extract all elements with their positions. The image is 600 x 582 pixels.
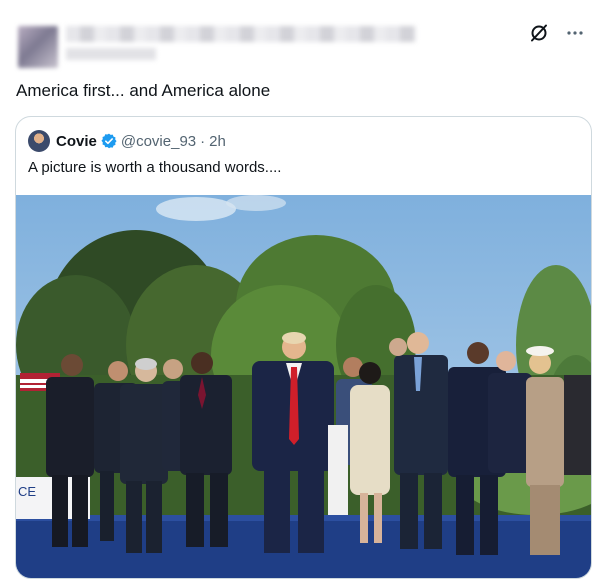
separator-dot: ·	[200, 132, 206, 150]
quoted-post-card[interactable]: Covie @covie_93 · 2h A picture is worth …	[15, 116, 592, 579]
grok-icon[interactable]	[528, 22, 550, 44]
photo-scene: CE	[16, 195, 591, 578]
blurred-author-header	[8, 20, 418, 70]
blurred-display-name[interactable]	[66, 26, 416, 42]
blurred-avatar[interactable]	[18, 26, 58, 68]
verified-badge-icon	[101, 133, 117, 149]
quoted-post-header: Covie @covie_93 · 2h	[28, 129, 226, 153]
quoted-timestamp[interactable]: 2h	[209, 133, 226, 150]
sign-text: CE	[18, 484, 36, 499]
quoted-display-name[interactable]: Covie	[56, 133, 97, 150]
quoted-text: A picture is worth a thousand words....	[28, 159, 282, 176]
cloud	[226, 195, 286, 211]
quoted-handle[interactable]: @covie_93	[121, 133, 196, 150]
blurred-handle	[66, 48, 156, 60]
cloud	[156, 197, 236, 221]
post-actions	[528, 22, 586, 44]
quoted-avatar[interactable]	[28, 130, 50, 152]
more-icon[interactable]	[564, 22, 586, 44]
post-text: America first... and America alone	[16, 81, 271, 100]
attached-photo[interactable]: CE	[16, 195, 591, 578]
